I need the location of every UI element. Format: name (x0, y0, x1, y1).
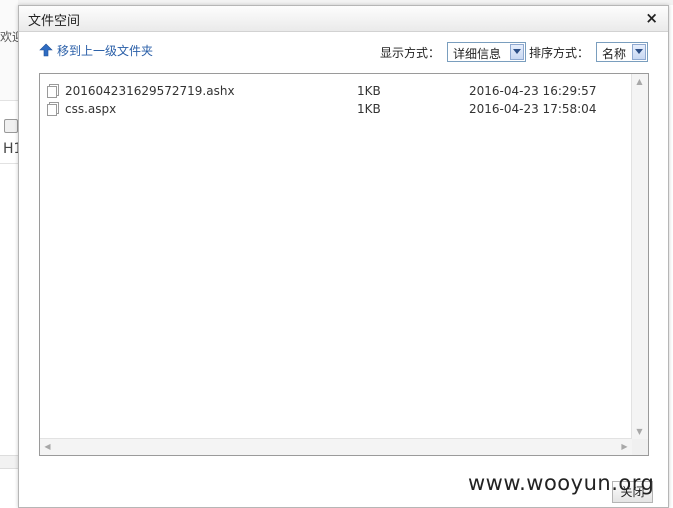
background-panel (0, 0, 18, 101)
up-folder-link[interactable]: 移到上一级文件夹 (39, 42, 153, 59)
file-size: 1KB (357, 84, 381, 98)
file-name: css.aspx (65, 102, 117, 116)
sort-label: 排序方式： (529, 46, 590, 60)
file-space-dialog: 文件空间 × 移到上一级文件夹 显示方式： 详细信息 排序方式： 名称 2016… (18, 5, 669, 508)
background-heading-text: H1 (3, 141, 18, 157)
sort-select[interactable]: 名称 (596, 42, 648, 62)
file-row[interactable]: css.aspx 1KB 2016-04-23 17:58:04 (46, 100, 626, 118)
file-size: 1KB (357, 102, 381, 116)
dialog-title: 文件空间 (28, 14, 81, 29)
up-folder-label: 移到上一级文件夹 (57, 44, 154, 58)
file-icon (47, 84, 59, 98)
file-list-panel: 201604231629572719.ashx 1KB 2016-04-23 1… (39, 73, 649, 456)
watermark: www.wooyun.org (468, 471, 655, 495)
vertical-scrollbar[interactable]: ▲ ▼ (631, 74, 648, 439)
view-mode-select[interactable]: 详细信息 (447, 42, 526, 62)
view-mode-label: 显示方式： (380, 46, 441, 60)
chevron-down-icon[interactable] (632, 44, 646, 60)
file-name: 201604231629572719.ashx (65, 84, 235, 98)
chevron-down-icon[interactable] (510, 44, 524, 60)
close-icon[interactable]: × (645, 10, 658, 26)
background-scrollbar (0, 455, 18, 469)
file-row[interactable]: 201604231629572719.ashx 1KB 2016-04-23 1… (46, 82, 626, 100)
dialog-toolbar: 移到上一级文件夹 显示方式： 详细信息 排序方式： 名称 (19, 36, 668, 66)
background-toolbar-icon (4, 119, 18, 133)
arrow-up-icon (39, 43, 53, 57)
file-modified: 2016-04-23 17:58:04 (469, 102, 597, 116)
background-welcome-text: 欢迎 (0, 30, 18, 44)
file-modified: 2016-04-23 16:29:57 (469, 84, 597, 98)
scrollbar-corner (632, 439, 648, 455)
background-divider (0, 163, 18, 164)
scroll-up-icon[interactable]: ▲ (632, 74, 647, 89)
sort-value: 名称 (602, 47, 627, 61)
scroll-left-icon[interactable]: ◀ (40, 439, 55, 454)
dialog-titlebar[interactable]: 文件空间 × (19, 6, 668, 32)
file-icon (47, 102, 59, 116)
view-mode-value: 详细信息 (453, 47, 502, 61)
horizontal-scrollbar[interactable]: ◀ ▶ (40, 438, 632, 455)
scroll-down-icon[interactable]: ▼ (632, 424, 647, 439)
scroll-right-icon[interactable]: ▶ (617, 439, 632, 454)
